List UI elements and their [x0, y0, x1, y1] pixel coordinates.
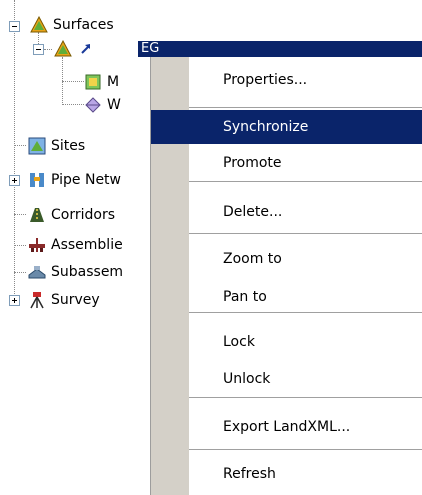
expand-survey-toggle[interactable]: [9, 295, 20, 306]
selected-row-highlight: [138, 41, 422, 57]
menu-item-lock[interactable]: Lock: [151, 325, 422, 359]
tree-item-label: Subassem: [51, 264, 124, 280]
menu-item-pan-to[interactable]: Pan to: [151, 280, 422, 314]
tree-item-eg[interactable]: [54, 38, 92, 60]
survey-icon: [30, 292, 44, 309]
menu-item-promote[interactable]: Promote: [151, 146, 422, 180]
tree-line: [14, 245, 26, 246]
menu-item-label: Lock: [223, 334, 255, 350]
tree-item-label: Surfaces: [53, 17, 114, 33]
menu-item-label: Unlock: [223, 371, 271, 387]
tree-line: [62, 104, 84, 105]
tree-item-corridors[interactable]: Corridors: [28, 204, 115, 226]
menu-item-refresh[interactable]: Refresh: [151, 457, 422, 491]
menu-separator: [189, 449, 422, 450]
pipe-network-icon: [30, 173, 44, 187]
tree-item-eg-label[interactable]: EG: [141, 41, 159, 57]
watersheds-icon: [85, 97, 101, 113]
assemblies-icon: [29, 238, 45, 252]
subassemblies-icon: [28, 266, 46, 279]
tree-item-label: Pipe Netw: [51, 172, 121, 188]
collapse-eg-toggle[interactable]: [33, 44, 44, 55]
menu-separator: [189, 397, 422, 398]
tree-item-label: Assemblie: [51, 237, 123, 253]
menu-item-label: Delete...: [223, 204, 283, 220]
context-menu: Properties... Synchronize Promote Delete…: [150, 57, 422, 495]
tree-item-label: Sites: [51, 138, 86, 154]
tree-item-subassemblies[interactable]: Subassem: [28, 261, 123, 283]
sites-icon: [28, 137, 46, 155]
menu-item-label: Properties...: [223, 72, 308, 88]
corridors-icon: [30, 208, 44, 222]
surfaces-icon: [30, 16, 48, 33]
tree-item-sites[interactable]: Sites: [28, 135, 85, 157]
menu-item-label: Promote: [223, 155, 282, 171]
menu-item-synchronize[interactable]: Synchronize: [151, 110, 422, 144]
tree-item-label: Corridors: [51, 207, 115, 223]
menu-separator: [189, 107, 422, 108]
menu-item-unlock[interactable]: Unlock: [151, 362, 422, 396]
tree-item-survey[interactable]: Survey: [28, 289, 100, 311]
tree-line: [44, 49, 52, 50]
menu-item-delete[interactable]: Delete...: [151, 195, 422, 229]
menu-item-zoom-to[interactable]: Zoom to: [151, 242, 422, 276]
tree-item-assemblies[interactable]: Assemblie: [28, 234, 123, 256]
tree-line: [14, 272, 26, 273]
tree-line: [14, 145, 26, 146]
tree-line: [14, 214, 26, 215]
menu-item-label: Pan to: [223, 289, 267, 305]
menu-item-label: Synchronize: [223, 119, 309, 135]
surface-icon: [54, 40, 72, 57]
menu-separator: [189, 181, 422, 182]
tree-item-label: Survey: [51, 292, 100, 308]
tree-item-watersheds[interactable]: W: [84, 94, 121, 116]
menu-item-label: Refresh: [223, 466, 276, 482]
expand-pipe-networks-toggle[interactable]: [9, 175, 20, 186]
menu-separator: [189, 312, 422, 313]
menu-item-properties[interactable]: Properties...: [151, 63, 422, 97]
masks-icon: [85, 74, 101, 90]
tree-item-surfaces[interactable]: Surfaces: [30, 14, 114, 36]
collapse-surfaces-toggle[interactable]: [9, 21, 20, 32]
modified-arrow-icon: [81, 44, 90, 54]
menu-item-label: Export LandXML...: [223, 419, 351, 435]
tree-line: [14, 0, 15, 300]
tree-item-label: W: [107, 97, 121, 113]
menu-item-label: Zoom to: [223, 251, 282, 267]
tree-item-label: M: [107, 74, 120, 90]
menu-item-export-landxml[interactable]: Export LandXML...: [151, 410, 422, 444]
tree-item-masks[interactable]: M: [84, 71, 119, 93]
menu-separator: [189, 233, 422, 234]
tree-item-pipe-networks[interactable]: Pipe Netw: [28, 169, 121, 191]
tree-line: [62, 81, 84, 82]
